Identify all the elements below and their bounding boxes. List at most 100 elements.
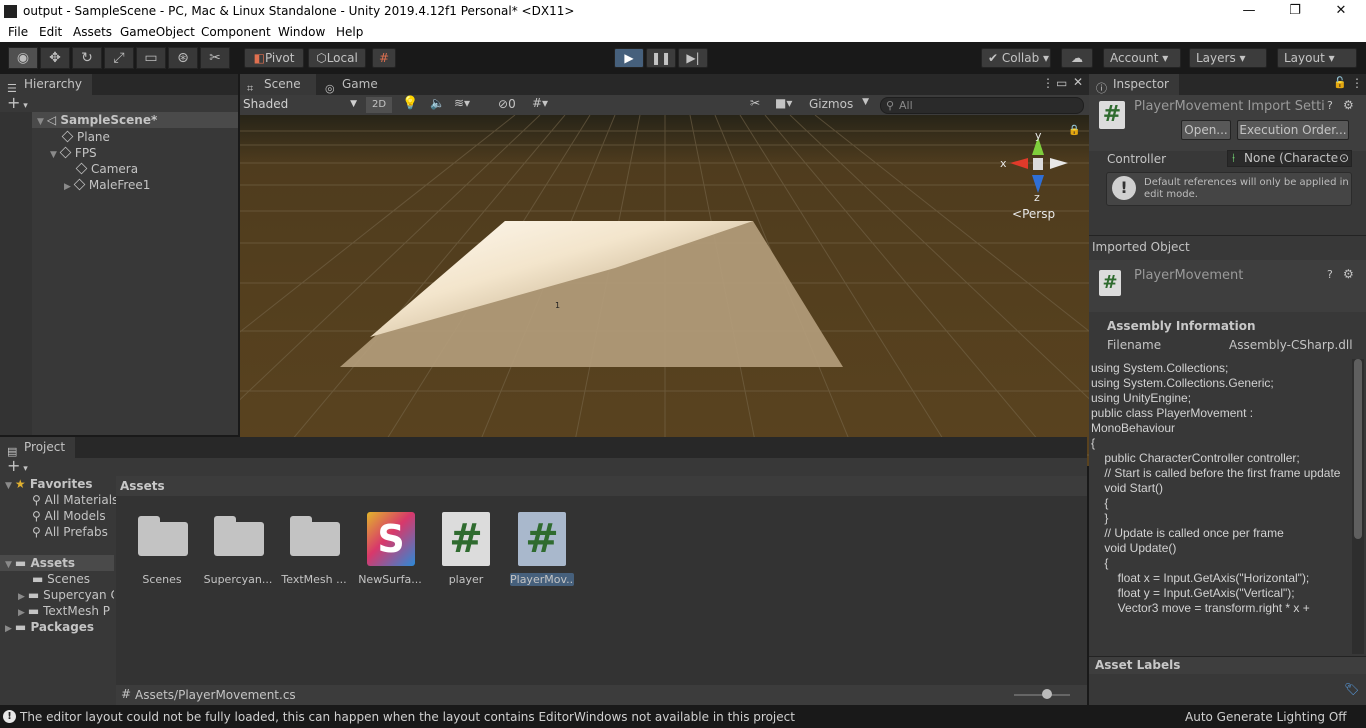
projection-toggle[interactable]: <Persp	[1012, 207, 1055, 221]
scene-viewport[interactable]: 1 y x z <Persp 🔒	[240, 115, 1090, 466]
zoom-slider-thumb[interactable]	[1042, 689, 1052, 699]
tab-project[interactable]: ▤ Project	[0, 437, 76, 458]
inspector-menu-icon[interactable]: ⋮	[1351, 76, 1363, 90]
custom-tool-icon[interactable]: ✂	[200, 47, 230, 69]
gizmos-dropdown[interactable]: Gizmos ▼	[805, 97, 871, 113]
asset-shader-newsurface[interactable]: S NewSurfa...	[352, 512, 428, 586]
tree-folder-textmesh[interactable]: ▶ ▬ TextMesh P	[18, 603, 114, 619]
scene-search-input[interactable]: ⚲ All	[880, 97, 1084, 114]
play-button[interactable]: ▶	[614, 48, 644, 68]
favorite-all-models[interactable]: ⚲ All Models	[32, 508, 106, 524]
code-scrollbar[interactable]	[1352, 359, 1364, 654]
local-toggle[interactable]: ⬡Local	[308, 48, 366, 68]
assets-node[interactable]: ▼ ▬ Assets	[0, 555, 114, 571]
tab-inspector[interactable]: ⓘ Inspector	[1089, 74, 1179, 95]
execution-order-button[interactable]: Execution Order...	[1237, 120, 1349, 140]
layout-dropdown[interactable]: Layout ▾	[1277, 48, 1357, 68]
label-tag-icon[interactable]: 🏷	[1344, 682, 1359, 696]
folder-icon	[214, 514, 264, 556]
tab-hierarchy[interactable]: ☰ Hierarchy	[0, 74, 93, 95]
menu-window[interactable]: Window	[278, 25, 325, 39]
tree-folder-supercyan[interactable]: ▶ ▬ Supercyan C	[18, 587, 114, 603]
rect-tool-icon[interactable]: ▭	[136, 47, 166, 69]
audio-toggle-icon[interactable]: 🔈	[430, 96, 445, 110]
favorite-all-materials[interactable]: ⚲ All Materials	[32, 492, 118, 508]
project-add-button[interactable]: + ▾	[7, 456, 28, 475]
maximize-panel-icon[interactable]: ▭	[1056, 76, 1067, 90]
code-line: public CharacterController controller;	[1091, 451, 1300, 465]
code-scrollbar-thumb[interactable]	[1354, 359, 1362, 539]
menu-file[interactable]: File	[8, 25, 28, 39]
hierarchy-item-fps[interactable]: ▼ FPS	[50, 145, 97, 161]
tab-game[interactable]: ◎ Game	[318, 74, 388, 95]
tools-icon[interactable]: ✂	[750, 96, 760, 110]
scale-tool-icon[interactable]: ⤢	[104, 47, 134, 69]
open-button[interactable]: Open...	[1181, 120, 1231, 140]
asset-folder-textmesh[interactable]: TextMesh ...	[276, 514, 352, 586]
hidden-objects-toggle[interactable]: ⊘0	[498, 97, 516, 111]
hierarchy-item-plane[interactable]: Plane	[61, 129, 110, 145]
close-panel-icon[interactable]: ✕	[1073, 75, 1083, 89]
tab-menu-icon[interactable]: ⋮	[1042, 76, 1054, 90]
orientation-gizmo[interactable]: y x z <Persp	[998, 125, 1078, 225]
object-picker-icon[interactable]: ⊙	[1339, 151, 1349, 166]
code-line: // Start is called before the first fram…	[1091, 466, 1341, 480]
minimize-button[interactable]: —	[1226, 0, 1272, 23]
move-tool-icon[interactable]: ✥	[40, 47, 70, 69]
divider	[1089, 235, 1366, 236]
grid-snap-button[interactable]: #	[372, 48, 396, 68]
asset-folder-scenes[interactable]: Scenes	[124, 514, 200, 586]
menu-assets[interactable]: Assets	[73, 25, 112, 39]
hierarchy-item-malefree1[interactable]: ▶ MaleFree1	[64, 177, 150, 193]
tree-folder-scenes[interactable]: ▬ Scenes	[32, 571, 90, 587]
favorites-node[interactable]: ▼ ★ Favorites	[5, 476, 93, 492]
lock-icon[interactable]: 🔒	[1068, 125, 1080, 136]
pivot-toggle[interactable]: ◧Pivot	[244, 48, 304, 68]
pause-button[interactable]: ❚❚	[646, 48, 676, 68]
view-tool-eye-icon[interactable]: ◉	[8, 47, 38, 69]
toggle-2d-button[interactable]: 2D	[366, 97, 392, 113]
cloud-button[interactable]: ☁	[1061, 48, 1093, 68]
collab-dropdown[interactable]: ✔ Collab ▾	[981, 48, 1051, 68]
lighting-toggle-icon[interactable]: 💡	[402, 96, 418, 111]
asset-script-playermovement[interactable]: # PlayerMov...	[504, 512, 580, 586]
hierarchy-add-button[interactable]: + ▾	[7, 95, 28, 112]
close-window-button[interactable]: ✕	[1318, 0, 1364, 23]
tab-scene[interactable]: ⌗ Scene	[240, 74, 316, 95]
collab-label: Collab	[1001, 51, 1040, 65]
asset-folder-supercyan[interactable]: Supercyan...	[200, 514, 276, 586]
favorite-all-prefabs[interactable]: ⚲ All Prefabs	[32, 524, 108, 540]
menu-help[interactable]: Help	[336, 25, 363, 39]
rotate-tool-icon[interactable]: ↻	[72, 47, 102, 69]
asset-script-player[interactable]: # player	[428, 512, 504, 586]
settings-gear-icon[interactable]: ⚙	[1343, 98, 1354, 112]
code-line: MonoBehaviour	[1091, 421, 1176, 435]
grid-toggle-icon[interactable]: #▾	[532, 96, 548, 110]
lighting-status[interactable]: Auto Generate Lighting Off	[1185, 710, 1347, 724]
help-icon[interactable]: ?	[1327, 99, 1333, 112]
packages-node[interactable]: ▶ ▬ Packages	[5, 619, 94, 635]
settings-gear-icon[interactable]: ⚙	[1343, 267, 1354, 281]
inspector-lock-icon[interactable]: 🔓	[1333, 76, 1347, 89]
transform-tool-icon[interactable]: ⊛	[168, 47, 198, 69]
breadcrumb[interactable]: Assets	[120, 479, 165, 493]
menu-component[interactable]: Component	[201, 25, 271, 39]
controller-object-field[interactable]: ⍿ None (Characte ⊙	[1227, 150, 1352, 167]
asset-labels-heading[interactable]: Asset Labels	[1095, 658, 1180, 672]
status-message[interactable]: The editor layout could not be fully loa…	[20, 710, 795, 724]
main-toolbar: ◉ ✥ ↻ ⤢ ▭ ⊛ ✂ ◧Pivot ⬡Local # ▶ ❚❚ ▶| ✔ …	[0, 42, 1366, 74]
menu-gameobject[interactable]: GameObject	[120, 25, 195, 39]
menu-edit[interactable]: Edit	[39, 25, 62, 39]
camera-settings-icon[interactable]: ■▾	[775, 96, 792, 110]
help-icon[interactable]: ?	[1327, 268, 1333, 281]
layers-dropdown[interactable]: Layers ▾	[1189, 48, 1267, 68]
maximize-button[interactable]: ❐	[1272, 0, 1318, 23]
hierarchy-item-camera[interactable]: Camera	[75, 161, 138, 177]
hierarchy-item-samplescene[interactable]: ▼ ◁ SampleScene*	[0, 112, 238, 128]
script-preview: using System.Collections; using System.Co…	[1091, 361, 1353, 653]
shading-mode-dropdown[interactable]: Shaded ▼	[243, 96, 359, 113]
project-add-label: +	[7, 456, 21, 475]
effects-toggle-icon[interactable]: ≋▾	[454, 96, 470, 110]
step-button[interactable]: ▶|	[678, 48, 708, 68]
account-dropdown[interactable]: Account ▾	[1103, 48, 1181, 68]
